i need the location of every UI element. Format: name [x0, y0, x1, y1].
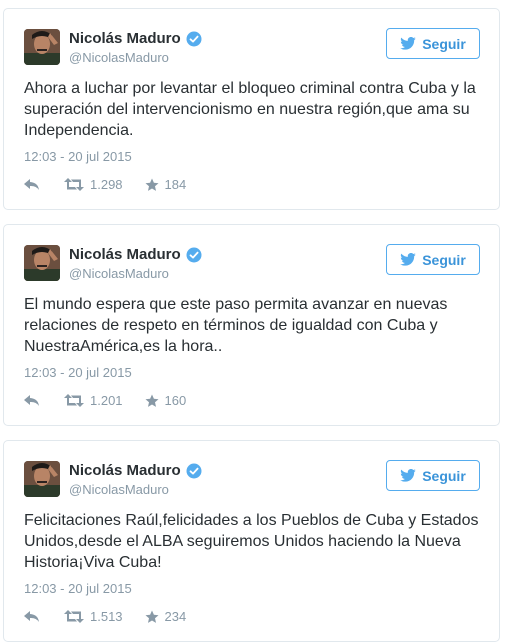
retweet-count: 1.201 [90, 393, 123, 408]
user-handle[interactable]: @NicolasMaduro [69, 266, 169, 281]
retweet-icon [64, 610, 84, 623]
retweet-icon [64, 394, 84, 407]
follow-button[interactable]: Seguir [386, 244, 480, 275]
display-name[interactable]: Nicolás Maduro [69, 462, 202, 479]
verified-badge-icon [186, 31, 202, 47]
twitter-bird-icon [400, 469, 417, 482]
follow-label: Seguir [422, 467, 466, 484]
tweet-text: Ahora a luchar por levantar el bloqueo c… [24, 80, 476, 139]
follow-label: Seguir [422, 251, 466, 268]
twitter-bird-icon [400, 253, 417, 266]
retweet-icon [64, 178, 84, 191]
reply-button[interactable] [24, 610, 44, 623]
retweet-button[interactable]: 1.513 [64, 609, 123, 624]
reply-button[interactable] [24, 178, 44, 191]
reply-icon [24, 178, 39, 190]
avatar[interactable] [24, 245, 60, 281]
favorite-button[interactable]: 160 [145, 393, 187, 408]
favorite-count: 234 [164, 609, 187, 624]
tweet-text: El mundo espera que este paso permita av… [24, 296, 448, 355]
favorite-count: 160 [164, 393, 187, 408]
tweet-card: Nicolás Maduro @NicolasMaduro Seguir Aho… [3, 8, 500, 210]
twitter-bird-icon [400, 37, 417, 50]
tweet-actions: 1.298 184 [24, 177, 186, 192]
tweet-actions: 1.201 160 [24, 393, 186, 408]
follow-button[interactable]: Seguir [386, 460, 480, 491]
favorite-button[interactable]: 234 [145, 609, 187, 624]
retweet-button[interactable]: 1.201 [64, 393, 123, 408]
favorite-count: 184 [164, 177, 187, 192]
star-icon [145, 610, 159, 623]
display-name-text[interactable]: Nicolás Maduro [69, 246, 181, 263]
tweet-text: Felicitaciones Raúl,felicidades a los Pu… [24, 512, 479, 571]
star-icon [145, 178, 159, 191]
display-name-text[interactable]: Nicolás Maduro [69, 30, 181, 47]
tweet-feed: Nicolás Maduro @NicolasMaduro Seguir Aho… [0, 0, 519, 643]
avatar[interactable] [24, 29, 60, 65]
follow-button[interactable]: Seguir [386, 28, 480, 59]
reply-icon [24, 394, 39, 406]
reply-icon [24, 610, 39, 622]
tweet-timestamp[interactable]: 12:03 - 20 jul 2015 [24, 149, 132, 164]
tweet-timestamp[interactable]: 12:03 - 20 jul 2015 [24, 365, 132, 380]
tweet-actions: 1.513 234 [24, 609, 186, 624]
user-handle[interactable]: @NicolasMaduro [69, 482, 169, 497]
display-name[interactable]: Nicolás Maduro [69, 30, 202, 47]
display-name-text[interactable]: Nicolás Maduro [69, 462, 181, 479]
verified-badge-icon [186, 247, 202, 263]
reply-button[interactable] [24, 394, 44, 407]
retweet-button[interactable]: 1.298 [64, 177, 123, 192]
tweet-card: Nicolás Maduro @NicolasMaduro Seguir Fel… [3, 440, 500, 642]
favorite-button[interactable]: 184 [145, 177, 187, 192]
verified-badge-icon [186, 463, 202, 479]
retweet-count: 1.298 [90, 177, 123, 192]
avatar[interactable] [24, 461, 60, 497]
tweet-timestamp[interactable]: 12:03 - 20 jul 2015 [24, 581, 132, 596]
retweet-count: 1.513 [90, 609, 123, 624]
tweet-card: Nicolás Maduro @NicolasMaduro Seguir El … [3, 224, 500, 426]
user-handle[interactable]: @NicolasMaduro [69, 50, 169, 65]
display-name[interactable]: Nicolás Maduro [69, 246, 202, 263]
follow-label: Seguir [422, 35, 466, 52]
star-icon [145, 394, 159, 407]
